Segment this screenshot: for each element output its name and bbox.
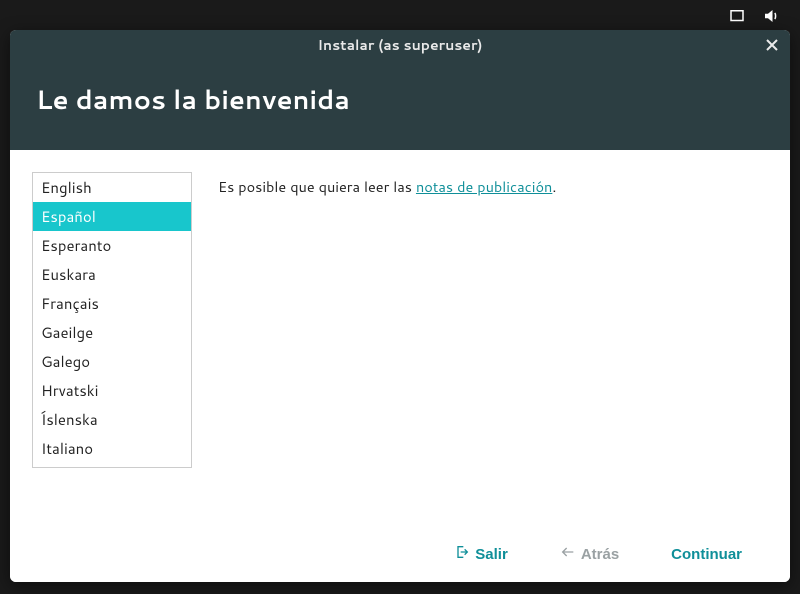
- exit-icon: [454, 544, 470, 564]
- release-notes-link[interactable]: notas de publicación: [416, 176, 552, 197]
- language-item[interactable]: Italiano: [33, 434, 191, 463]
- continue-label: Continuar: [671, 546, 742, 563]
- window-title: Instalar (as superuser): [317, 35, 482, 55]
- right-pane: Es posible que quiera leer las notas de …: [218, 172, 764, 520]
- language-item[interactable]: Galego: [33, 347, 191, 376]
- back-button: Atrás: [560, 544, 619, 564]
- language-item[interactable]: Español: [33, 202, 191, 231]
- quit-button[interactable]: Salir: [454, 544, 508, 564]
- language-item[interactable]: English: [33, 173, 191, 202]
- language-item[interactable]: Íslenska: [33, 405, 191, 434]
- quit-label: Salir: [475, 546, 508, 563]
- desktop-frame: Instalar (as superuser) Le damos la bien…: [0, 0, 800, 594]
- language-item[interactable]: Esperanto: [33, 231, 191, 260]
- release-notes-text: Es posible que quiera leer las notas de …: [218, 176, 764, 197]
- language-item[interactable]: Hrvatski: [33, 376, 191, 405]
- release-notes-prefix: Es posible que quiera leer las: [218, 176, 416, 197]
- back-label: Atrás: [581, 546, 619, 563]
- header-band: Le damos la bienvenida: [10, 60, 790, 150]
- continue-button[interactable]: Continuar: [671, 546, 742, 563]
- footer: Salir Atrás Continuar: [10, 530, 790, 582]
- release-notes-suffix: .: [552, 176, 556, 197]
- installer-window: Instalar (as superuser) Le damos la bien…: [10, 30, 790, 582]
- language-item[interactable]: Euskara: [33, 260, 191, 289]
- close-button[interactable]: [764, 37, 780, 53]
- system-top-bar: [10, 8, 790, 30]
- language-item[interactable]: Gaeilge: [33, 318, 191, 347]
- language-item[interactable]: Français: [33, 289, 191, 318]
- language-list[interactable]: EnglishEspañolEsperantoEuskaraFrançaisGa…: [32, 172, 192, 468]
- volume-icon[interactable]: [762, 7, 780, 31]
- language-item[interactable]: Kurdî: [33, 463, 191, 468]
- page-title: Le damos la bienvenida: [36, 82, 764, 118]
- content-area: EnglishEspañolEsperantoEuskaraFrançaisGa…: [10, 150, 790, 530]
- maximize-icon[interactable]: [728, 7, 746, 31]
- arrow-left-icon: [560, 544, 576, 564]
- title-bar: Instalar (as superuser): [10, 30, 790, 60]
